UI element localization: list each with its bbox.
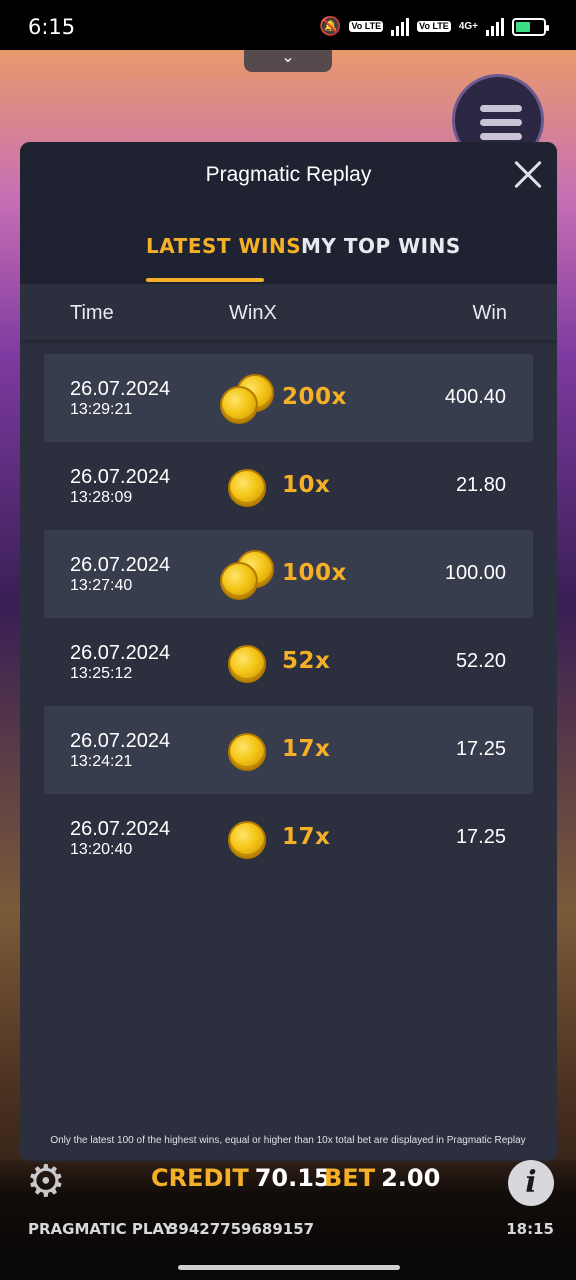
row-time: 13:24:21 <box>70 753 133 770</box>
table-row[interactable]: 26.07.2024 13:28:09 10x 21.80 <box>44 442 533 530</box>
credit-value: 70.15 <box>254 1164 331 1192</box>
row-date: 26.07.2024 <box>70 466 171 488</box>
table-header: Time WinX Win <box>20 284 557 340</box>
bet-label: BET <box>324 1164 376 1192</box>
row-date: 26.07.2024 <box>70 730 171 752</box>
wins-table: 26.07.2024 13:29:21 200x 400.40 26.07.20… <box>44 354 533 882</box>
replay-footnote: Only the latest 100 of the highest wins,… <box>50 1135 526 1146</box>
coins-icon <box>220 550 276 602</box>
session-id: 39427759689157 <box>168 1220 315 1238</box>
active-tab-indicator <box>146 278 264 282</box>
game-clock: 18:15 <box>506 1220 554 1238</box>
status-bar: 6:15 🔕 Vo LTE Vo LTE 4G+ <box>0 0 576 50</box>
coin-icon <box>220 726 276 778</box>
row-winx: 200x <box>282 384 347 410</box>
network-type: 4G+ <box>458 21 478 32</box>
row-winx: 17x <box>282 824 331 850</box>
credit-display: CREDIT 70.15 <box>151 1164 331 1192</box>
replay-modal: Pragmatic Replay LATEST WINS MY TOP WINS… <box>20 142 557 1162</box>
status-icons: 🔕 Vo LTE Vo LTE 4G+ <box>319 16 549 37</box>
brand-label: PRAGMATIC PLAY <box>28 1220 174 1238</box>
table-row[interactable]: 26.07.2024 13:24:21 17x 17.25 <box>44 706 533 794</box>
column-header-winx: WinX <box>229 302 277 324</box>
gear-icon[interactable]: ⚙ <box>26 1160 65 1204</box>
row-time: 13:29:21 <box>70 401 133 418</box>
row-time: 13:27:40 <box>70 577 133 594</box>
coin-icon <box>220 462 276 514</box>
row-winx: 52x <box>282 648 331 674</box>
table-row[interactable]: 26.07.2024 13:27:40 100x 100.00 <box>44 530 533 618</box>
table-row[interactable]: 26.07.2024 13:29:21 200x 400.40 <box>44 354 533 442</box>
table-row[interactable]: 26.07.2024 13:20:40 17x 17.25 <box>44 794 533 882</box>
row-date: 26.07.2024 <box>70 378 171 400</box>
row-winx: 17x <box>282 736 331 762</box>
volte-icon: Vo LTE <box>349 21 384 32</box>
row-time: 13:25:12 <box>70 665 133 682</box>
modal-title: Pragmatic Replay <box>205 163 372 186</box>
bet-value: 2.00 <box>381 1164 441 1192</box>
coin-icon <box>220 638 276 690</box>
system-nav-bar <box>0 1248 576 1280</box>
status-time: 6:15 <box>28 15 76 39</box>
coins-icon <box>220 374 276 426</box>
tab-latest-wins[interactable]: LATEST WINS <box>146 234 301 258</box>
column-header-win: Win <box>472 302 507 324</box>
modal-header: Pragmatic Replay <box>20 142 557 210</box>
info-icon[interactable]: i <box>508 1160 554 1206</box>
home-gesture-bar[interactable] <box>178 1265 400 1270</box>
row-win: 400.40 <box>444 386 506 408</box>
row-winx: 10x <box>282 472 331 498</box>
row-win: 17.25 <box>455 826 506 848</box>
close-icon[interactable] <box>513 160 543 190</box>
row-winx: 100x <box>282 560 347 586</box>
table-row[interactable]: 26.07.2024 13:25:12 52x 52.20 <box>44 618 533 706</box>
tab-bar: LATEST WINS MY TOP WINS <box>20 210 557 284</box>
volte-icon-2: Vo LTE <box>417 21 451 32</box>
bet-display: BET 2.00 <box>324 1164 440 1192</box>
row-win: 17.25 <box>455 738 506 760</box>
row-date: 26.07.2024 <box>70 642 171 664</box>
tab-my-top-wins[interactable]: MY TOP WINS <box>301 234 461 258</box>
row-win: 21.80 <box>455 474 506 496</box>
row-win: 52.20 <box>455 650 506 672</box>
mute-icon: 🔕 <box>319 16 342 36</box>
chevron-down-icon[interactable]: ⌄ <box>244 50 332 72</box>
signal-icon <box>391 17 410 36</box>
row-date: 26.07.2024 <box>70 554 171 576</box>
row-date: 26.07.2024 <box>70 818 171 840</box>
row-time: 13:20:40 <box>70 841 133 858</box>
credit-label: CREDIT <box>151 1164 249 1192</box>
coin-icon <box>220 814 276 866</box>
game-bar: ⚙ CREDIT 70.15 BET 2.00 i PRAGMATIC PLAY 3… <box>0 1160 576 1248</box>
column-header-time: Time <box>70 302 114 324</box>
signal-icon-2 <box>486 17 504 36</box>
battery-icon <box>512 17 549 36</box>
row-time: 13:28:09 <box>70 489 133 506</box>
row-win: 100.00 <box>444 562 506 584</box>
